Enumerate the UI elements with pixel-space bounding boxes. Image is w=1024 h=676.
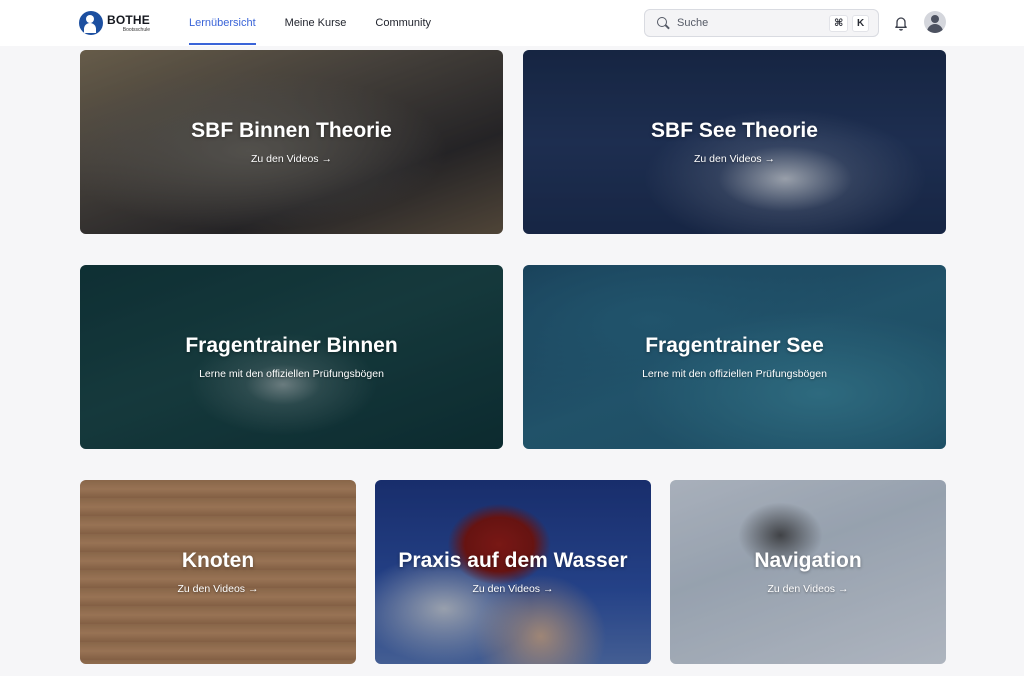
card-sbf-binnen-theorie[interactable]: SBF Binnen Theorie Zu den Videos → bbox=[80, 50, 503, 234]
card-praxis-auf-dem-wasser[interactable]: Praxis auf dem Wasser Zu den Videos → bbox=[375, 480, 651, 664]
nav-item-lernuebersicht[interactable]: Lernübersicht bbox=[189, 0, 256, 46]
card-title: SBF See Theorie bbox=[651, 119, 818, 143]
user-avatar-icon[interactable] bbox=[924, 11, 946, 33]
main-nav: Lernübersicht Meine Kurse Community bbox=[189, 0, 460, 46]
brand-logo[interactable]: BOTHE Bootsschule bbox=[79, 10, 150, 36]
search-bar[interactable]: ⌘ K bbox=[644, 9, 879, 37]
card-link-text: Zu den Videos → bbox=[251, 152, 332, 165]
card-description: Lerne mit den offiziellen Prüfungsbögen bbox=[642, 367, 827, 380]
brand-text: BOTHE Bootsschule bbox=[107, 14, 150, 33]
shortcut-key: K bbox=[852, 15, 870, 32]
card-title: Fragentrainer Binnen bbox=[185, 334, 398, 358]
card-link-text: Zu den Videos → bbox=[177, 582, 259, 595]
card-title: Navigation bbox=[754, 549, 862, 573]
nav-item-community[interactable]: Community bbox=[375, 0, 431, 46]
search-icon bbox=[656, 16, 670, 30]
card-fragentrainer-binnen[interactable]: Fragentrainer Binnen Lerne mit den offiz… bbox=[80, 265, 503, 449]
card-knoten[interactable]: Knoten Zu den Videos → bbox=[80, 480, 356, 664]
card-navigation[interactable]: Navigation Zu den Videos → bbox=[670, 480, 946, 664]
card-title: SBF Binnen Theorie bbox=[191, 119, 392, 143]
card-title: Praxis auf dem Wasser bbox=[398, 549, 628, 573]
card-link-text: Zu den Videos → bbox=[767, 582, 849, 595]
brand-name: BOTHE bbox=[107, 12, 150, 27]
card-link-text: Zu den Videos → bbox=[472, 582, 554, 595]
search-input[interactable] bbox=[677, 17, 817, 29]
top-header: BOTHE Bootsschule Lernübersicht Meine Ku… bbox=[0, 0, 1024, 46]
card-description: Lerne mit den offiziellen Prüfungsbögen bbox=[199, 367, 384, 380]
card-title: Knoten bbox=[181, 549, 255, 573]
bell-icon[interactable] bbox=[893, 15, 909, 31]
card-sbf-see-theorie[interactable]: SBF See Theorie Zu den Videos → bbox=[523, 50, 946, 234]
card-link-text: Zu den Videos → bbox=[694, 152, 775, 165]
card-title: Fragentrainer See bbox=[645, 334, 824, 358]
card-fragentrainer-see[interactable]: Fragentrainer See Lerne mit den offiziel… bbox=[523, 265, 946, 449]
logo-icon bbox=[79, 11, 103, 35]
brand-subtitle: Bootsschule bbox=[122, 26, 150, 33]
shortcut-modifier-key: ⌘ bbox=[829, 15, 849, 32]
nav-item-meine-kurse[interactable]: Meine Kurse bbox=[285, 0, 347, 46]
